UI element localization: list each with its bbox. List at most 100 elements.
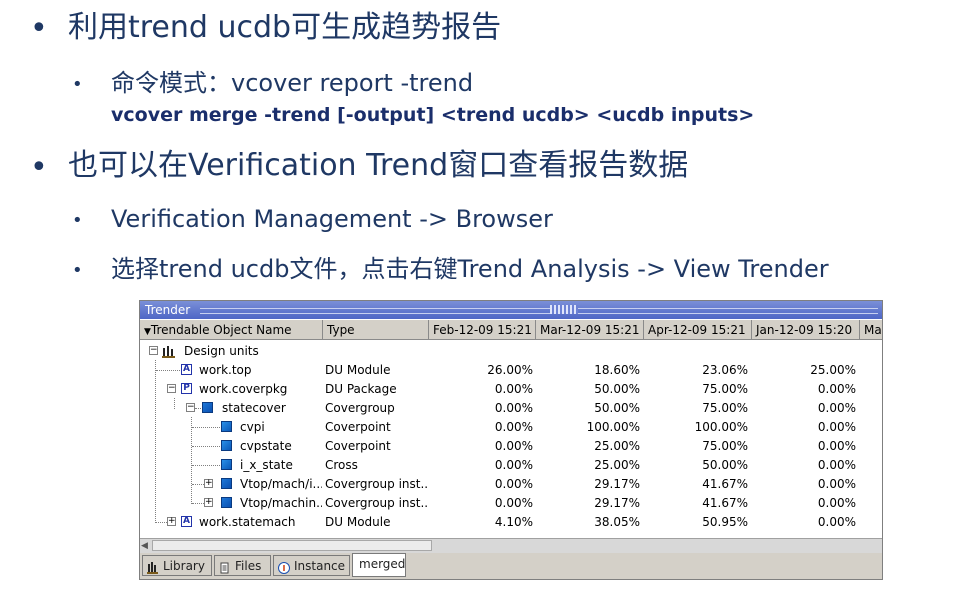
row-value-mar: 100.00% <box>586 420 640 434</box>
row-name: cvpstate <box>240 439 292 453</box>
collapse-toggle-icon[interactable]: − <box>149 346 158 355</box>
table-row[interactable]: + A work.statemach DU Module 4.10% 38.05… <box>140 513 882 532</box>
row-value-apr: 75.00% <box>702 382 748 396</box>
window-titlebar[interactable]: Trender <box>140 301 882 319</box>
row-value-feb: 0.00% <box>494 496 533 510</box>
row-value-apr: 75.00% <box>702 401 748 415</box>
row-name: cvpi <box>240 420 265 434</box>
row-type: Coverpoint <box>325 439 391 453</box>
scroll-left-icon[interactable]: ◀ <box>141 541 148 551</box>
column-header-name[interactable]: ▼Trendable Object Name <box>140 320 323 340</box>
row-name: statecover <box>222 401 286 415</box>
bullet-1-text: 利用trend ucdb可生成趋势报告 <box>68 10 502 45</box>
table-row[interactable]: + Vtop/machin... Covergroup inst... 0.00… <box>140 494 882 513</box>
table-row[interactable]: A work.top DU Module 26.00% 18.60% 23.06… <box>140 361 882 380</box>
column-header-more[interactable]: Ma <box>860 320 882 340</box>
instance-icon: I <box>278 560 290 574</box>
row-value-mar: 29.17% <box>594 496 640 510</box>
row-type: Covergroup inst... <box>325 477 428 491</box>
tree-line <box>192 465 220 466</box>
covergroup-icon <box>202 402 213 413</box>
row-value-jan: 0.00% <box>817 401 856 415</box>
tree-line <box>156 370 180 371</box>
row-value-mar: 25.00% <box>594 439 640 453</box>
row-name: work.coverpkg <box>199 382 288 396</box>
expand-toggle-icon[interactable]: + <box>204 498 213 507</box>
tree-line <box>192 484 204 485</box>
table-row[interactable]: − Design units <box>140 342 882 361</box>
table-row[interactable]: i_x_state Cross 0.00% 25.00% 50.00% 0.00… <box>140 456 882 475</box>
expand-toggle-icon[interactable]: + <box>204 479 213 488</box>
row-value-mar: 50.00% <box>594 401 640 415</box>
bullet-dot: • <box>30 11 48 46</box>
sub-bullet-browser: Verification Management -> Browser <box>111 205 553 233</box>
tree-line <box>192 503 204 504</box>
window-title: Trender <box>145 303 191 317</box>
tab-merged[interactable]: merged <box>352 553 406 577</box>
row-value-mar: 29.17% <box>594 477 640 491</box>
library-icon <box>147 560 159 574</box>
row-value-jan: 0.00% <box>817 515 856 529</box>
row-value-jan: 0.00% <box>817 420 856 434</box>
tree-line <box>156 522 167 523</box>
table-row[interactable]: cvpi Coverpoint 0.00% 100.00% 100.00% 0.… <box>140 418 882 437</box>
row-value-feb: 0.00% <box>494 420 533 434</box>
row-value-jan: 0.00% <box>817 439 856 453</box>
du-package-icon: P <box>181 383 192 394</box>
bullet-dot: • <box>72 260 83 281</box>
row-value-apr: 50.00% <box>702 458 748 472</box>
row-value-feb: 0.00% <box>494 401 533 415</box>
row-type: Covergroup <box>325 401 395 415</box>
design-units-icon <box>162 345 175 358</box>
row-value-apr: 41.67% <box>702 477 748 491</box>
row-value-feb: 0.00% <box>494 477 533 491</box>
bullet-2-text: 也可以在Verification Trend窗口查看报告数据 <box>68 148 689 183</box>
row-type: DU Package <box>325 382 397 396</box>
row-value-apr: 50.95% <box>702 515 748 529</box>
row-value-mar: 38.05% <box>594 515 640 529</box>
horizontal-scrollbar[interactable]: ◀ <box>140 538 882 553</box>
column-header-feb[interactable]: Feb-12-09 15:21 <box>429 320 536 340</box>
column-header-mar[interactable]: Mar-12-09 15:21 <box>536 320 644 340</box>
files-icon <box>219 560 231 574</box>
tab-bar: Library Files I Instance merged <box>140 553 882 579</box>
expand-toggle-icon[interactable]: + <box>167 517 176 526</box>
row-type: Covergroup inst... <box>325 496 428 510</box>
coverpoint-icon <box>221 421 232 432</box>
row-name: work.top <box>199 363 252 377</box>
du-module-icon: A <box>181 516 192 527</box>
row-value-feb: 4.10% <box>494 515 533 529</box>
titlebar-drag-handle[interactable] <box>550 305 578 314</box>
table-row[interactable]: + Vtop/mach/i... Covergroup inst... 0.00… <box>140 475 882 494</box>
bullet-dot: • <box>72 74 83 95</box>
table-row[interactable]: cvpstate Coverpoint 0.00% 25.00% 75.00% … <box>140 437 882 456</box>
collapse-toggle-icon[interactable]: − <box>167 384 176 393</box>
column-header-jan[interactable]: Jan-12-09 15:20 <box>752 320 860 340</box>
coverpoint-icon <box>221 440 232 451</box>
row-name: Design units <box>184 344 259 358</box>
collapse-toggle-icon[interactable]: − <box>186 403 195 412</box>
column-header-apr[interactable]: Apr-12-09 15:21 <box>644 320 752 340</box>
row-value-mar: 25.00% <box>594 458 640 472</box>
tree-line <box>192 446 220 447</box>
column-header-type[interactable]: Type <box>323 320 429 340</box>
table-row[interactable]: − statecover Covergroup 0.00% 50.00% 75.… <box>140 399 882 418</box>
row-value-mar: 50.00% <box>594 382 640 396</box>
row-value-feb: 26.00% <box>487 363 533 377</box>
row-value-jan: 0.00% <box>817 382 856 396</box>
row-name: i_x_state <box>240 458 293 472</box>
tab-library[interactable]: Library <box>142 555 212 576</box>
table-row[interactable]: − P work.coverpkg DU Package 0.00% 50.00… <box>140 380 882 399</box>
covergroup-instance-icon <box>221 497 232 508</box>
sub-bullet-view-trender: 选择trend ucdb文件，点击右键Trend Analysis -> Vie… <box>111 255 829 283</box>
row-value-apr: 75.00% <box>702 439 748 453</box>
tab-instance[interactable]: I Instance <box>273 555 350 576</box>
row-type: DU Module <box>325 363 391 377</box>
row-value-feb: 0.00% <box>494 439 533 453</box>
command-line: vcover merge -trend [-output] <trend ucd… <box>111 104 755 126</box>
tab-files[interactable]: Files <box>214 555 271 576</box>
tree-line <box>192 427 220 428</box>
scrollbar-thumb[interactable] <box>152 540 432 551</box>
du-module-icon: A <box>181 364 192 375</box>
svg-text:I: I <box>283 564 286 573</box>
